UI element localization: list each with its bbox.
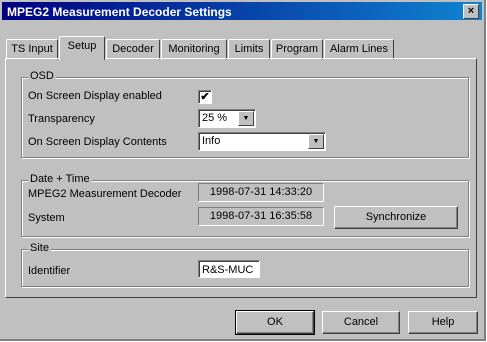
osd-contents-label: On Screen Display Contents [28,136,167,148]
chevron-down-icon[interactable]: ▼ [238,111,254,126]
help-label: Help [431,316,455,328]
site-group-label: Site [28,242,51,254]
tab-setup[interactable]: Setup [59,36,105,60]
help-button[interactable]: Help [408,311,478,334]
osd-contents-value: Info [202,135,221,147]
tab-monitoring[interactable]: Monitoring [161,39,227,60]
tab-decoder[interactable]: Decoder [106,39,160,60]
system-time-value: 1998-07-31 16:35:58 [198,207,324,226]
ok-label: OK [267,316,283,328]
tab-label: Decoder [112,43,154,55]
transparency-select[interactable]: 25 % ▼ [198,109,256,128]
tab-alarm-lines[interactable]: Alarm Lines [324,39,394,60]
tab-label: Limits [234,43,264,55]
tab-limits[interactable]: Limits [228,39,270,60]
setup-tab-panel: OSD On Screen Display enabled ✔ Transpar… [5,58,477,298]
chevron-down-icon[interactable]: ▼ [308,134,324,149]
transparency-value: 25 % [202,112,228,124]
tab-program[interactable]: Program [271,39,323,60]
osd-contents-select[interactable]: Info ▼ [198,132,326,151]
identifier-label: Identifier [28,265,71,277]
ok-button[interactable]: OK [235,310,315,335]
osd-enabled-label: On Screen Display enabled [28,90,162,102]
tab-label: Alarm Lines [329,43,389,55]
window-title: MPEG2 Measurement Decoder Settings [7,5,232,19]
osd-enabled-checkbox[interactable]: ✔ [198,90,212,104]
synchronize-button[interactable]: Synchronize [334,206,458,229]
identifier-input[interactable]: R&S-MUC [198,260,260,278]
cancel-button[interactable]: Cancel [322,311,400,334]
title-bar[interactable]: MPEG2 Measurement Decoder Settings × [2,2,482,20]
tab-label: Monitoring [168,43,220,55]
tab-label: Setup [67,40,97,52]
transparency-label: Transparency [28,113,95,125]
osd-group-label: OSD [28,70,56,82]
tab-label: Program [275,43,319,55]
system-time-label: System [28,212,65,224]
datetime-group-label: Date + Time [28,173,92,185]
decoder-time-label: MPEG2 Measurement Decoder [28,188,182,200]
settings-dialog: MPEG2 Measurement Decoder Settings × TS … [0,0,486,341]
synchronize-label: Synchronize [365,211,427,223]
decoder-time-value: 1998-07-31 14:33:20 [198,183,324,202]
cancel-label: Cancel [343,316,379,328]
close-button[interactable]: × [463,4,479,19]
tab-label: TS Input [11,43,53,55]
tab-ts-input[interactable]: TS Input [6,39,58,60]
